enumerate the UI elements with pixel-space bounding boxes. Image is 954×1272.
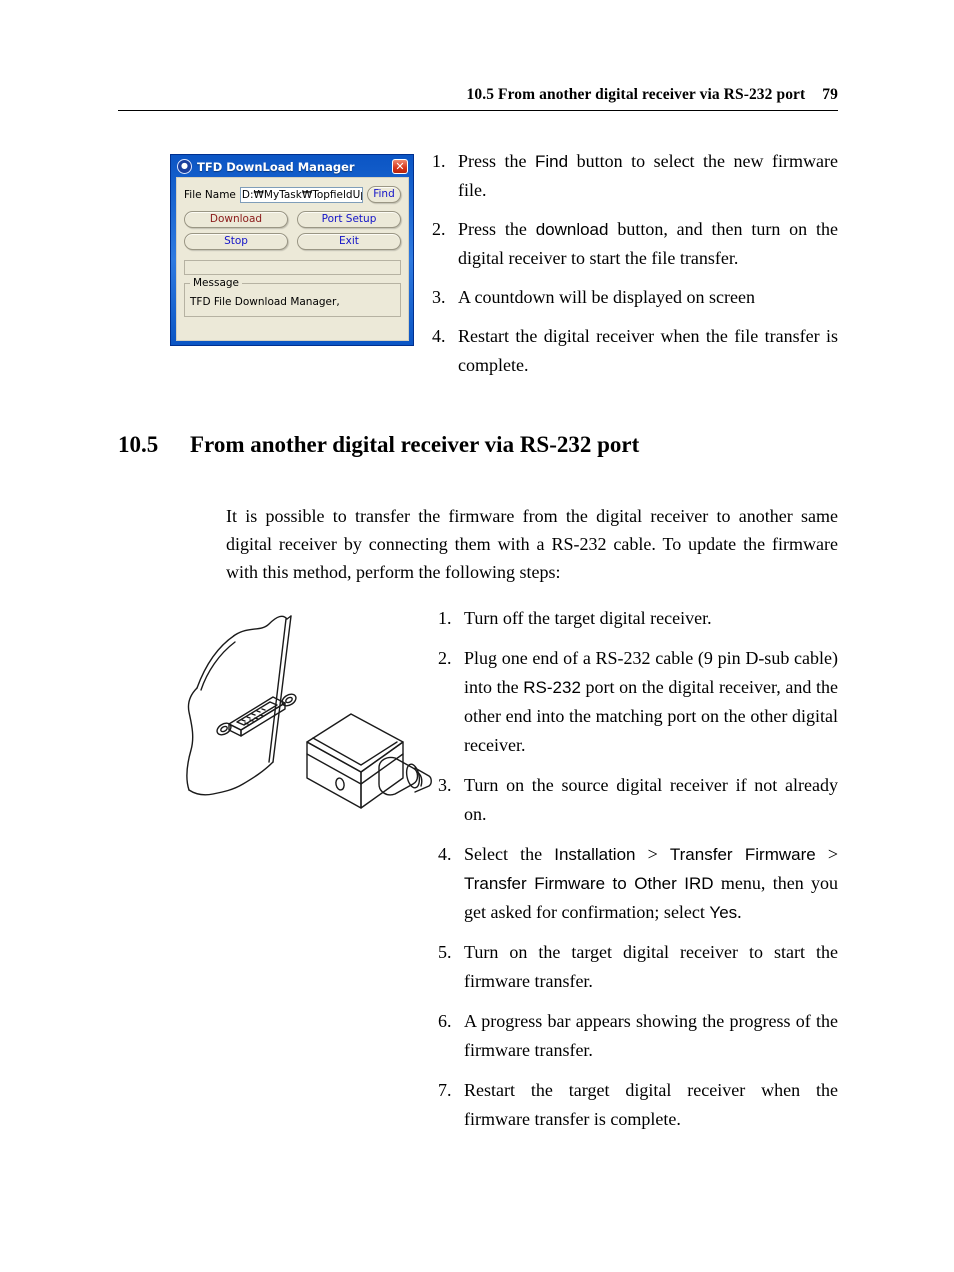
- port-setup-button[interactable]: Port Setup: [297, 211, 401, 228]
- progress-bar: [184, 260, 401, 275]
- list-item-text: Turn off the target digital receiver.: [464, 604, 838, 633]
- dialog-title: TFD DownLoad Manager: [197, 159, 355, 174]
- list-item: 3. Turn on the source digital receiver if…: [438, 771, 838, 829]
- list-item-text: Press the download button, and then turn…: [458, 215, 838, 273]
- body-text: >: [635, 844, 670, 864]
- dialog-titlebar[interactable]: ● TFD DownLoad Manager ✕: [174, 157, 410, 176]
- stop-button[interactable]: Stop: [184, 233, 288, 250]
- section-number: 10.5: [118, 432, 159, 457]
- list-item-text: A progress bar appears showing the progr…: [464, 1007, 838, 1065]
- download-button[interactable]: Download: [184, 211, 288, 228]
- steps-list: 1. Turn off the target digital receiver. 2…: [438, 604, 838, 1134]
- list-item: 7. Restart the target digital receiver wh…: [438, 1076, 838, 1134]
- list-item-number: 1.: [432, 151, 446, 171]
- body-text: Turn off the target digital receiver.: [464, 608, 712, 628]
- body-text: Press the: [458, 151, 535, 171]
- body-text: Select the: [464, 844, 555, 864]
- ui-term: Transfer Firmware to Other IRD: [464, 874, 714, 893]
- dialog-button-grid: Download Port Setup Stop Exit: [184, 211, 401, 250]
- list-item-text: Plug one end of a RS-232 cable (9 pin D-…: [464, 644, 838, 760]
- list-item-text: Press the Find button to select the new …: [458, 147, 838, 205]
- body-text: Turn on the source digital receiver if n…: [464, 775, 838, 824]
- body-text: Restart the target digital receiver when…: [464, 1080, 838, 1129]
- list-item-number: 4.: [438, 844, 452, 864]
- list-item-number: 5.: [438, 942, 452, 962]
- message-group-box: Message TFD File Download Manager,: [184, 277, 401, 317]
- body-text: Press the: [458, 219, 536, 239]
- body-text: A progress bar appears showing the progr…: [464, 1011, 838, 1060]
- list-item-number: 1.: [438, 608, 452, 628]
- list-item-text: Turn on the target digital receiver to s…: [464, 938, 838, 996]
- close-icon[interactable]: ✕: [392, 159, 408, 174]
- dialog-client-area: File Name D:₩MyTask₩TopfieldUp Find Down…: [176, 177, 409, 341]
- body-text: .: [737, 902, 742, 922]
- ui-term: Yes: [709, 903, 738, 922]
- list-item-number: 2.: [438, 648, 452, 668]
- header-section-title: 10.5 From another digital receiver via R…: [466, 86, 806, 103]
- file-name-row: File Name D:₩MyTask₩TopfieldUp Find: [184, 185, 401, 204]
- list-item-number: 4.: [432, 326, 446, 346]
- list-item: 1. Press the Find button to select the ne…: [432, 147, 838, 205]
- dialog-frame: ● TFD DownLoad Manager ✕ File Name D:₩My…: [171, 155, 413, 345]
- rs232-connector-figure: [165, 602, 440, 824]
- list-item: 5. Turn on the target digital receiver to…: [438, 938, 838, 996]
- file-name-label: File Name: [184, 188, 236, 201]
- list-item: 6. A progress bar appears showing the pro…: [438, 1007, 838, 1065]
- list-item-number: 2.: [432, 219, 446, 239]
- list-item: 2. Press the download button, and then tu…: [432, 215, 838, 273]
- list-item-text: Select the Installation > Transfer Firmw…: [464, 840, 838, 927]
- top-instruction-list: 1. Press the Find button to select the ne…: [432, 147, 838, 380]
- body-text: A countdown will be displayed on screen: [458, 287, 755, 307]
- ui-term: Installation: [554, 845, 636, 864]
- list-item-number: 3.: [432, 287, 446, 307]
- list-item: 1. Turn off the target digital receiver.: [438, 604, 838, 633]
- body-text: Turn on the target digital receiver to s…: [464, 942, 838, 991]
- ui-term: download: [535, 220, 609, 239]
- list-item-number: 6.: [438, 1011, 452, 1031]
- section-heading: 10.5 From another digital receiver via R…: [118, 432, 838, 458]
- list-item-number: 3.: [438, 775, 452, 795]
- list-item: 4. Restart the digital receiver when the …: [432, 322, 838, 380]
- find-button[interactable]: Find: [367, 186, 401, 203]
- section-title: From another digital receiver via RS-232…: [190, 432, 640, 457]
- exit-button[interactable]: Exit: [297, 233, 401, 250]
- page-running-header: 10.5 From another digital receiver via R…: [118, 86, 838, 111]
- intro-paragraph: It is possible to transfer the firmware …: [226, 506, 838, 582]
- file-name-input[interactable]: D:₩MyTask₩TopfieldUp: [239, 186, 363, 203]
- ui-term: Find: [535, 152, 569, 171]
- page-number: 79: [822, 86, 838, 103]
- body-text: >: [815, 844, 839, 864]
- ui-term: RS-232: [523, 678, 581, 697]
- list-item-text: Restart the digital receiver when the fi…: [458, 322, 838, 380]
- app-icon: ●: [177, 159, 192, 174]
- list-item: 4. Select the Installation > Transfer Fir…: [438, 840, 838, 927]
- list-item-number: 7.: [438, 1080, 452, 1100]
- header-rule: [118, 110, 838, 111]
- body-text: Restart the digital receiver when the fi…: [458, 326, 838, 375]
- tfd-download-manager-dialog: ● TFD DownLoad Manager ✕ File Name D:₩My…: [170, 154, 414, 346]
- list-item: 3. A countdown will be displayed on scree…: [432, 283, 838, 312]
- bottom-instruction-list: 1. Turn off the target digital receiver. 2…: [438, 604, 838, 1145]
- list-item-text: Turn on the source digital receiver if n…: [464, 771, 838, 829]
- message-group-label: Message: [190, 277, 243, 289]
- list-item: 2. Plug one end of a RS-232 cable (9 pin …: [438, 644, 838, 760]
- list-item-text: Restart the target digital receiver when…: [464, 1076, 838, 1134]
- steps-list: 1. Press the Find button to select the ne…: [432, 147, 838, 380]
- message-text: TFD File Download Manager,: [190, 296, 340, 308]
- rs232-illustration-svg: [186, 615, 432, 809]
- ui-term: Transfer Firmware: [669, 845, 816, 864]
- list-item-text: A countdown will be displayed on screen: [458, 283, 838, 312]
